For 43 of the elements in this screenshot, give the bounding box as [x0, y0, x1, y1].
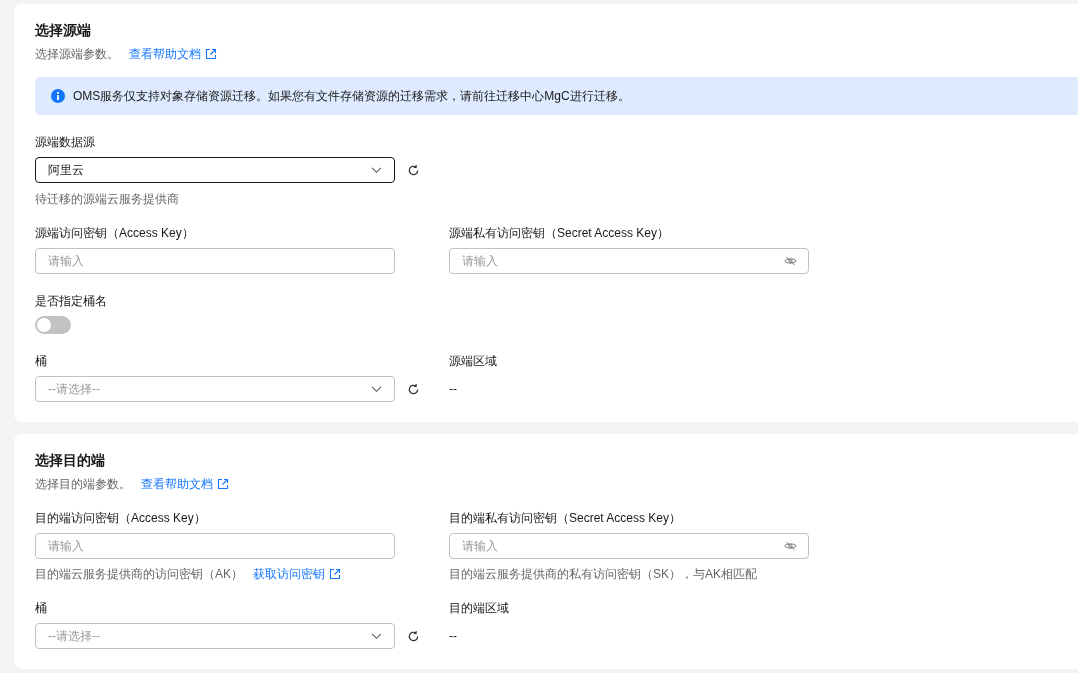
field-label: 桶: [35, 601, 48, 615]
region-value: --: [449, 628, 458, 645]
help-link[interactable]: 查看帮助文档: [141, 477, 213, 491]
access-key-input[interactable]: 请输入: [35, 248, 395, 274]
external-link-icon: [217, 478, 229, 490]
secret-key-input[interactable]: 请输入: [449, 533, 809, 559]
eye-slash-icon[interactable]: [784, 256, 797, 266]
field-label: 桶: [35, 354, 48, 368]
bucket-select[interactable]: --请选择--: [35, 623, 395, 649]
field-label: 目的端区域: [449, 601, 510, 615]
field-hint: 目的端云服务提供商的访问密钥（AK）: [35, 567, 243, 581]
refresh-icon[interactable]: [407, 382, 420, 396]
external-link-icon: [205, 48, 217, 60]
field-label: 目的端访问密钥（Access Key）: [35, 511, 207, 525]
field-label: 是否指定桶名: [35, 294, 108, 308]
access-key-input[interactable]: 请输入: [35, 533, 395, 559]
refresh-icon[interactable]: [407, 629, 420, 643]
secret-key-input[interactable]: 请输入: [449, 248, 809, 274]
field-label: 源端访问密钥（Access Key）: [35, 226, 195, 240]
field-label: 源端区域: [449, 354, 498, 368]
section-title: 选择源端: [35, 22, 92, 38]
field-hint: 目的端云服务提供商的私有访问密钥（SK），与AK相匹配: [449, 567, 757, 581]
section-description: 选择源端参数。: [35, 47, 119, 61]
section-description: 选择目的端参数。: [35, 477, 131, 491]
help-link[interactable]: 查看帮助文档: [129, 47, 201, 61]
chevron-down-icon: [371, 632, 382, 640]
notice-text: OMS服务仅支持对象存储资源迁移。如果您有文件存储资源的迁移需求，请前往迁移中心MgC进行迁移。: [73, 87, 630, 105]
field-hint: 待迁移的源端云服务提供商: [35, 192, 180, 206]
bucket-select[interactable]: --请选择--: [35, 376, 395, 402]
chevron-down-icon: [371, 166, 382, 174]
info-icon: [51, 89, 65, 103]
section-title: 选择目的端: [35, 452, 106, 468]
get-key-link[interactable]: 获取访问密钥: [253, 567, 325, 581]
refresh-icon[interactable]: [407, 163, 420, 177]
chevron-down-icon: [371, 385, 382, 393]
eye-slash-icon[interactable]: [784, 541, 797, 551]
field-label: 目的端私有访问密钥（Secret Access Key）: [449, 511, 683, 525]
region-value: --: [449, 381, 458, 398]
field-label: 源端数据源: [35, 135, 96, 149]
provider-select[interactable]: 阿里云: [35, 157, 395, 183]
external-link-icon: [329, 568, 341, 580]
field-label: 源端私有访问密钥（Secret Access Key）: [449, 226, 671, 240]
toggle-switch[interactable]: [35, 316, 71, 334]
